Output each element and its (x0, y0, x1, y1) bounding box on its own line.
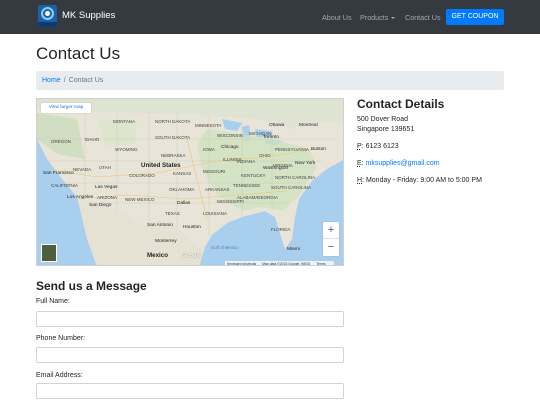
map-water-gulf: Gulf of Mexico (211, 245, 239, 250)
embedded-map[interactable]: OREGON IDAHO MONTANA WYOMING NEVADA UTAH… (36, 98, 344, 266)
map-state-tennessee: TENNESSEE (233, 183, 261, 188)
map-city-chicago: Chicago (221, 145, 239, 150)
breadcrumb: Home / Contact Us (36, 71, 504, 90)
map-state-alabama: ALABAMA (237, 195, 259, 200)
map-city-toronto: Toronto (263, 135, 279, 140)
map-city-miami: Miami (287, 247, 300, 252)
nav-products-label: Products (360, 13, 389, 22)
map-state-arkansas: ARKANSAS (205, 187, 230, 192)
map-city-monterrey: Monterrey (155, 239, 177, 244)
map-state-north-carolina: NORTH CAROLINA (275, 175, 316, 180)
zoom-out-button[interactable]: − (323, 239, 339, 256)
map-city-las-vegas: Las Vegas (95, 185, 118, 190)
map-data-credit: Map data ©2023 Google, INEGI (262, 262, 311, 266)
phone-line: P: 6123 6123 (357, 143, 399, 150)
full-name-input[interactable] (36, 311, 344, 327)
map-state-pennsylvania: PENNSYLVANIA (275, 147, 309, 152)
map-state-montana: MONTANA (113, 119, 136, 124)
map-state-new-mexico: NEW MEXICO (125, 197, 155, 202)
nav-link-products[interactable]: Products (360, 13, 396, 22)
phone-number-input[interactable] (36, 347, 344, 363)
map-state-nebraska: NEBRASKA (161, 153, 186, 158)
map-city-san-antonio: San Antonio (147, 223, 173, 228)
map-city-montreal: Montreal (299, 123, 318, 128)
map-state-minnesota: MINNESOTA (195, 123, 222, 128)
zoom-controls: + − (323, 222, 339, 256)
email-address-label: Email Address: (36, 372, 83, 379)
map-city-new-york: New York (295, 161, 316, 166)
map-state-south-carolina: SOUTH CAROLINA (271, 185, 312, 190)
brand-logo-icon[interactable] (38, 5, 57, 27)
map-city-san-diego: San Diego (89, 203, 112, 208)
map-state-louisiana: LOUISIANA (203, 211, 228, 216)
map-state-arizona: ARIZONA (97, 195, 118, 200)
email-line: E: mksupplies@gmail.com (357, 160, 440, 167)
keyboard-shortcuts-link[interactable]: Keyboard shortcuts (227, 262, 256, 265)
caret-down-icon (391, 17, 396, 19)
map-state-nevada: NEVADA (73, 167, 92, 172)
map-state-wyoming: WYOMING (115, 147, 138, 152)
map-city-san-francisco: San Francisco (43, 171, 74, 176)
breadcrumb-current: Contact Us (68, 77, 104, 84)
send-message-title: Send us a Message (36, 279, 147, 293)
contact-details-title: Contact Details (357, 97, 445, 111)
map-state-utah: UTAH (99, 165, 111, 170)
map-state-wisconsin: WISCONSIN (217, 133, 244, 138)
map-city-houston: Houston (183, 225, 201, 230)
map-state-texas: TEXAS (165, 211, 180, 216)
map-state-north-dakota: NORTH DAKOTA (155, 119, 191, 124)
map-type-toggle[interactable] (41, 244, 57, 262)
phone-number-label: Phone Number: (36, 335, 86, 342)
breadcrumb-separator: / (63, 77, 66, 84)
breadcrumb-home-link[interactable]: Home (42, 77, 61, 84)
map-land-shapes (37, 99, 343, 265)
map-state-kentucky: KENTUCKY (241, 173, 266, 178)
map-city-washington: Washington (263, 166, 289, 171)
zoom-in-button[interactable]: + (323, 222, 339, 239)
business-hours: Monday - Friday: 9:00 AM to 5:00 PM (365, 177, 482, 184)
address-line-1: 500 Dover Road (357, 116, 408, 123)
map-state-ohio: OHIO (259, 153, 271, 158)
map-state-iowa: IOWA (203, 147, 215, 152)
page-title: Contact Us (36, 44, 121, 63)
google-logo: Google (182, 253, 201, 259)
terms-link[interactable]: Terms (316, 262, 325, 265)
address-line-2: Singapore 139651 (357, 126, 415, 133)
map-state-colorado: COLORADO (129, 173, 155, 178)
map-state-missouri: MISSOURI (203, 169, 226, 174)
map-state-indiana: INDIANA (237, 159, 256, 164)
map-city-dallas: Dallas (177, 201, 191, 206)
navbar: MK Supplies About Us Products Contact Us… (0, 0, 540, 34)
map-state-kansas: KANSAS (173, 171, 192, 176)
map-state-florida: FLORIDA (271, 227, 291, 232)
full-name-label: Full Name: (36, 298, 70, 305)
nav-link-contact[interactable]: Contact Us (405, 13, 441, 22)
map-city-boston: Boston (311, 147, 326, 152)
map-city-los-angeles: Los Angeles (67, 195, 94, 200)
map-state-georgia: GEORGIA (257, 195, 279, 200)
map-city-ottawa: Ottawa (269, 123, 285, 128)
get-coupon-button[interactable]: GET COUPON (446, 9, 504, 25)
map-country-united-states: United States (141, 162, 181, 169)
map-state-oklahoma: OKLAHOMA (169, 187, 195, 192)
map-state-oregon: OREGON (51, 139, 72, 144)
hours-line: H: Monday - Friday: 9:00 AM to 5:00 PM (357, 177, 482, 184)
map-state-california: CALIFORNIA (51, 183, 79, 188)
email-link[interactable]: mksupplies@gmail.com (366, 160, 440, 167)
email-address-input[interactable] (36, 383, 344, 399)
view-larger-map-button[interactable]: View larger map (41, 103, 91, 113)
phone-number: 6123 6123 (365, 143, 399, 150)
map-state-south-dakota: SOUTH DAKOTA (155, 135, 191, 140)
brand-name-link[interactable]: MK Supplies (62, 10, 115, 21)
map-attribution: Keyboard shortcuts Map data ©2023 Google,… (225, 261, 334, 266)
nav-link-about[interactable]: About Us (322, 13, 352, 22)
map-country-mexico: Mexico (147, 252, 168, 259)
map-state-idaho: IDAHO (85, 137, 100, 142)
